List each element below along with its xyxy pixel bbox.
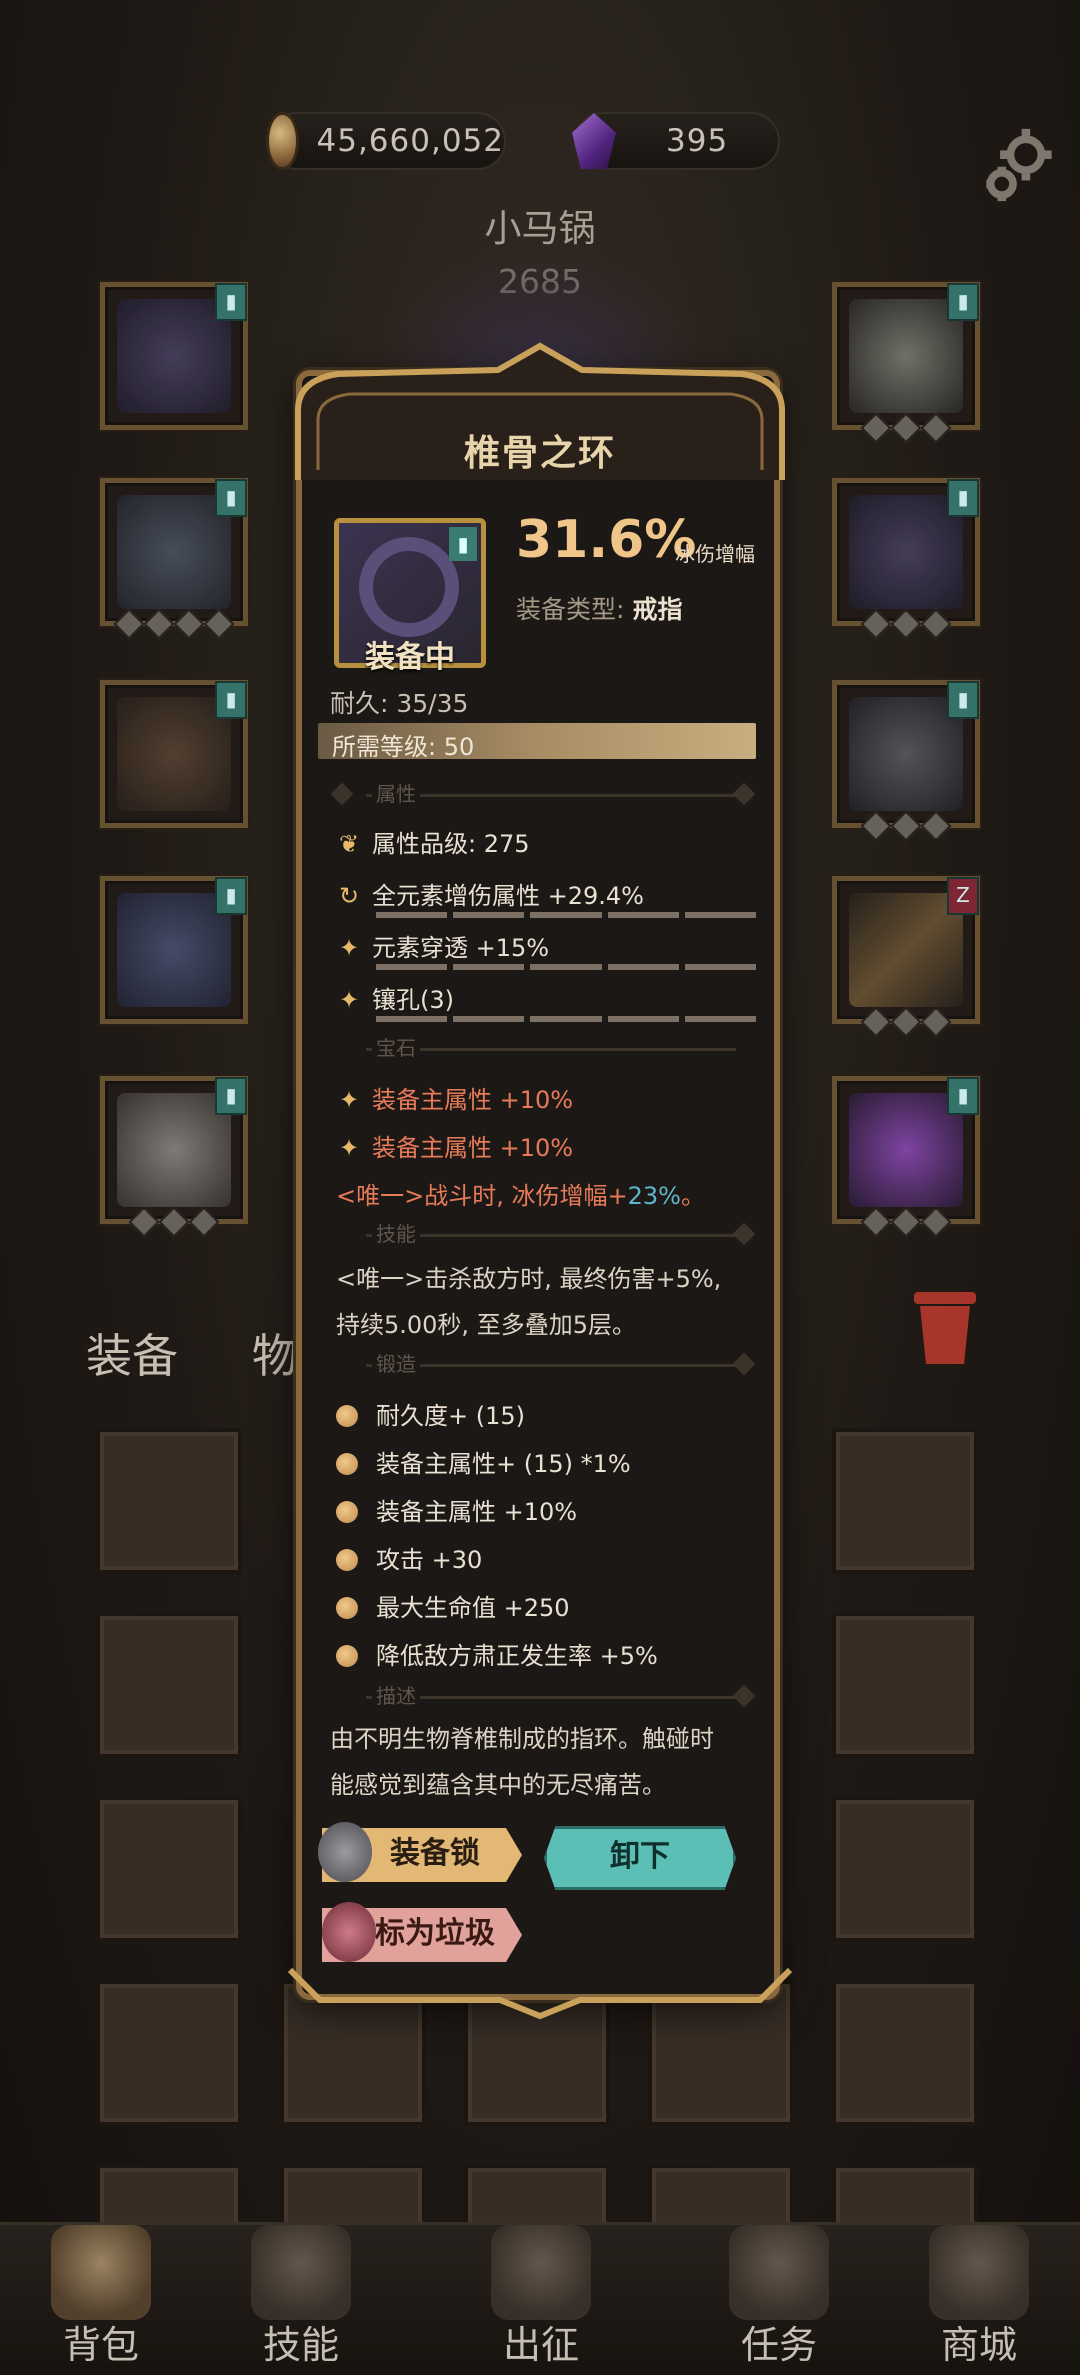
equipment-type: 装备类型: 戒指 — [516, 590, 682, 626]
sparkle-icon: ✦ — [338, 1086, 360, 1114]
sparkle-icon: ✦ — [338, 1134, 360, 1162]
durability: 耐久: 35/35 — [330, 689, 469, 718]
sparkle-icon: ✦ — [338, 986, 360, 1014]
forging-row: 耐久度+ (15) — [336, 1396, 525, 1431]
forging-row: 装备主属性 +10% — [336, 1492, 577, 1527]
sparkle-icon: ✦ — [338, 934, 360, 962]
section-skills: 技能 — [330, 1218, 756, 1250]
section-title: 锻造 — [372, 1348, 420, 1377]
item-title: 椎骨之环 — [463, 433, 616, 474]
equipment-type-value: 戒指 — [632, 595, 683, 624]
attribute-row: ↻ 全元素增伤属性 +29.4% — [336, 876, 644, 911]
forging-row: 最大生命值 +250 — [336, 1588, 570, 1623]
forging-row: 装备主属性+ (15) *1% — [336, 1444, 631, 1479]
attribute-row: ✦ 镶孔(3) — [336, 980, 454, 1015]
unique-effect-value: 23% — [627, 1182, 681, 1210]
orb-icon — [336, 1501, 358, 1523]
popup-footer-ornament — [287, 1967, 793, 2020]
main-stat-name: 冰伤增幅 — [675, 542, 755, 566]
forging-row: 攻击 +30 — [336, 1540, 482, 1575]
section-title: 宝石 — [372, 1032, 420, 1061]
gem-row: ✦ 装备主属性 +10% — [336, 1080, 573, 1115]
orb-icon — [336, 1405, 358, 1427]
section-description: 描述 — [330, 1680, 756, 1712]
item-tag: ▮ — [449, 527, 477, 561]
section-forging: 锻造 — [330, 1348, 756, 1380]
orb-icon — [336, 1549, 358, 1571]
item-description: 由不明生物脊椎制成的指环。触碰时 能感觉到蕴含其中的无尽痛苦。 — [330, 1725, 714, 1799]
attribute-progress — [376, 912, 757, 918]
equipped-status: 装备中 — [365, 640, 455, 675]
section-gems: 宝石 — [330, 1032, 756, 1064]
skill-text: <唯一>击杀敌方时, 最终伤害+5%, 持续5.00秒, 至多叠加5层。 — [336, 1265, 722, 1339]
section-title: 描述 — [372, 1680, 420, 1709]
unequip-button[interactable]: 卸下 — [544, 1826, 736, 1890]
forging-row: 降低敌方肃正发生率 +5% — [336, 1636, 658, 1671]
lotus-icon: ❦ — [338, 830, 360, 858]
refresh-icon: ↻ — [338, 882, 360, 910]
orb-icon — [336, 1453, 358, 1475]
unique-effect: <唯一>战斗时, 冰伤增幅+23%。 — [336, 1182, 705, 1210]
lock-icon — [318, 1822, 372, 1882]
section-title: 属性 — [372, 778, 420, 807]
attribute-progress — [376, 1016, 757, 1022]
section-title: 技能 — [372, 1218, 420, 1247]
section-attributes: 属性 — [330, 778, 756, 810]
equipment-type-label: 装备类型: — [516, 595, 625, 624]
main-stat-value: 31.6% — [516, 510, 697, 570]
lantern-icon — [322, 1902, 376, 1962]
required-level: 所需等级: 50 — [332, 733, 475, 761]
orb-icon — [336, 1597, 358, 1619]
attribute-progress — [376, 964, 757, 970]
attribute-rank: ❦ 属性品级: 275 — [336, 824, 530, 859]
orb-icon — [336, 1645, 358, 1667]
attribute-row: ✦ 元素穿透 +15% — [336, 928, 549, 963]
gem-row: ✦ 装备主属性 +10% — [336, 1128, 573, 1163]
